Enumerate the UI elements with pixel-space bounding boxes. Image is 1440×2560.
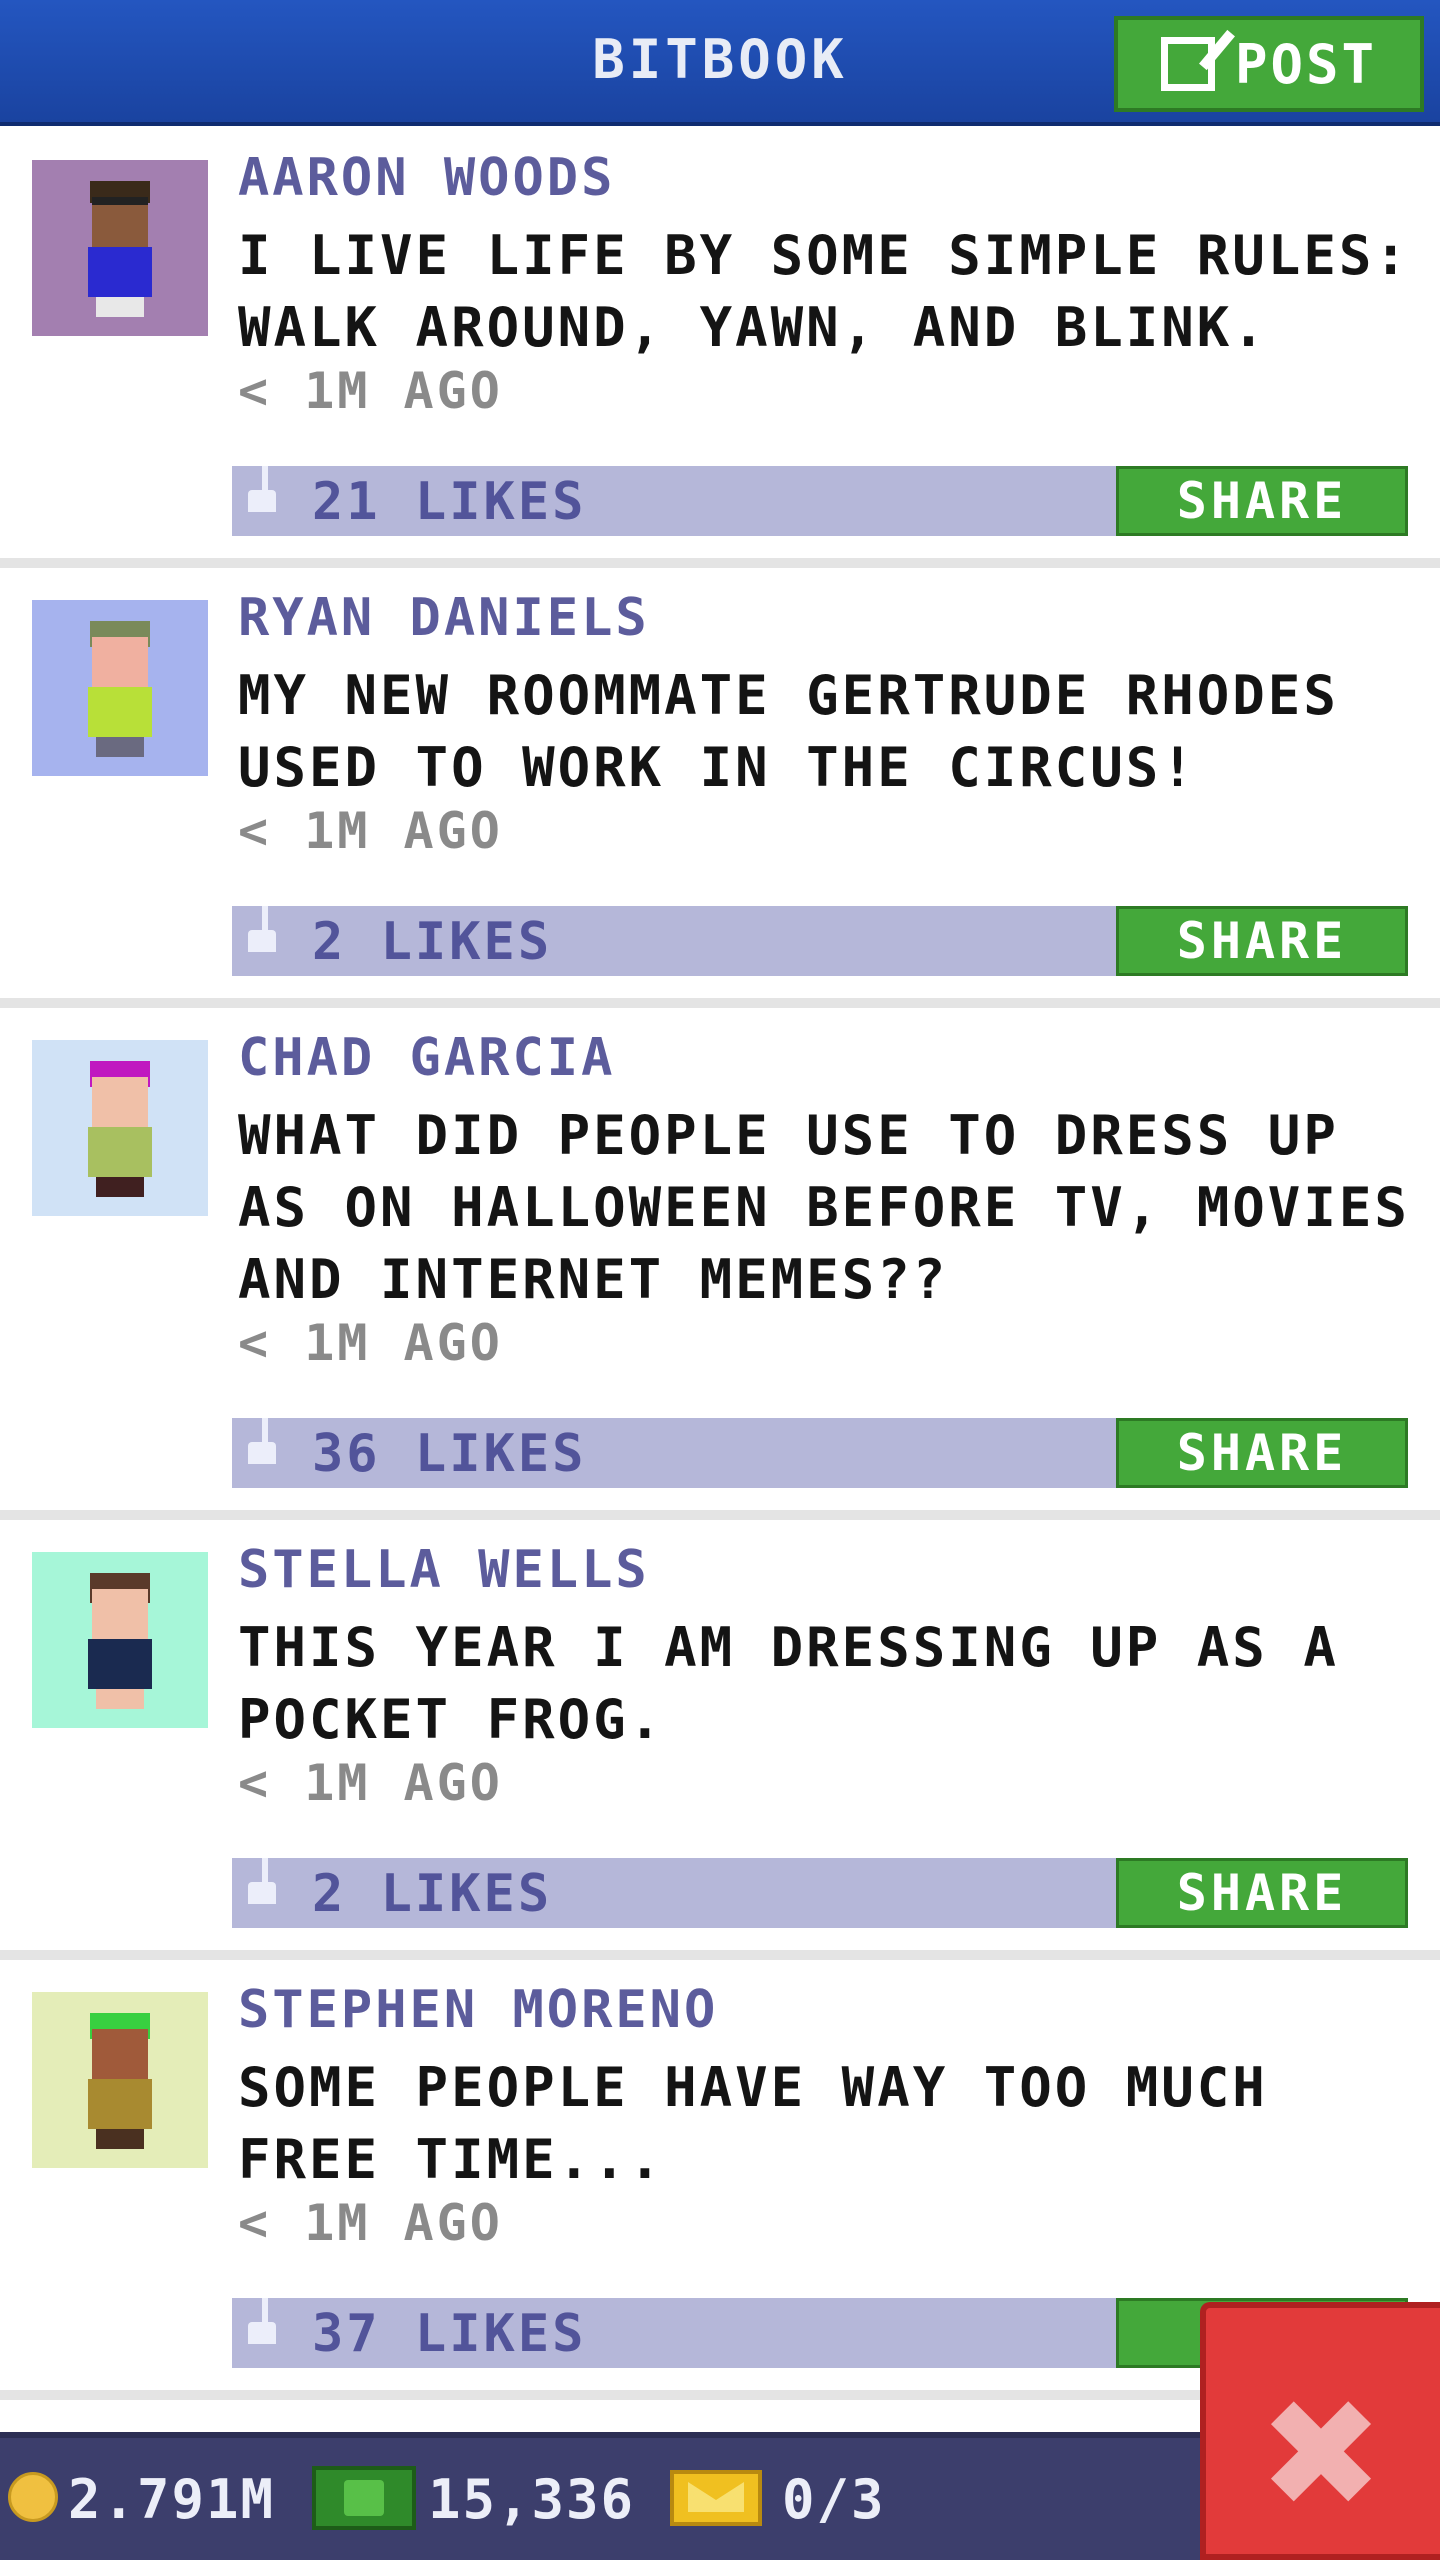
coin-icon (8, 2472, 58, 2522)
share-button[interactable]: SHARE (1116, 1858, 1408, 1928)
post-time: < 1M AGO (238, 1314, 503, 1372)
cash-icon (312, 2466, 416, 2530)
post-author[interactable]: CHAD GARCIA (238, 1028, 615, 1088)
likes-bar: 2 LIKES SHARE (232, 1858, 1408, 1928)
thumbs-up-icon[interactable] (248, 1418, 276, 1464)
thumbs-up-icon[interactable] (248, 906, 276, 952)
coins-value: 2.791M (68, 2468, 276, 2531)
avatar[interactable] (32, 1040, 208, 1216)
post-time: < 1M AGO (238, 2194, 503, 2252)
likes-count: 2 LIKES (312, 912, 553, 972)
post-button-label: POST (1234, 32, 1378, 96)
post-message: MY NEW ROOMMATE GERTRUDE RHODES USED TO … (238, 664, 1339, 799)
post-time: < 1M AGO (238, 1754, 503, 1812)
post-time: < 1M AGO (238, 802, 503, 860)
divider (0, 998, 1440, 1008)
likes-count: 37 LIKES (312, 2304, 587, 2364)
avatar[interactable] (32, 160, 208, 336)
bux-value: 15,336 (428, 2468, 636, 2531)
post-message: THIS YEAR I AM DRESSING UP AS A POCKET F… (238, 1616, 1339, 1751)
tickets-value: 0/3 (782, 2468, 886, 2531)
close-icon: ✖ (1258, 2368, 1384, 2542)
avatar[interactable] (32, 600, 208, 776)
thumbs-up-icon[interactable] (248, 1858, 276, 1904)
post-author[interactable]: STELLA WELLS (238, 1540, 650, 1600)
post-button[interactable]: POST (1114, 16, 1424, 112)
avatar[interactable] (32, 1552, 208, 1728)
likes-count: 36 LIKES (312, 1424, 587, 1484)
edit-icon (1160, 37, 1215, 91)
likes-bar: 2 LIKES SHARE (232, 906, 1408, 976)
avatar[interactable] (32, 1992, 208, 2168)
likes-bar: 36 LIKES SHARE (232, 1418, 1408, 1488)
app-header: BITBOOK POST (0, 0, 1440, 126)
post-message: WHAT DID PEOPLE USE TO DRESS UP AS ON HA… (238, 1104, 1410, 1311)
share-button[interactable]: SHARE (1116, 466, 1408, 536)
share-button[interactable]: SHARE (1116, 1418, 1408, 1488)
likes-count: 2 LIKES (312, 1864, 553, 1924)
close-button[interactable]: ✖ (1200, 2302, 1440, 2560)
thumbs-up-icon[interactable] (248, 466, 276, 512)
post-message: SOME PEOPLE HAVE WAY TOO MUCH FREE TIME.… (238, 2056, 1268, 2191)
post-author[interactable]: STEPHEN MORENO (238, 1980, 718, 2040)
likes-count: 21 LIKES (312, 472, 587, 532)
divider (0, 558, 1440, 568)
post-author[interactable]: AARON WOODS (238, 148, 615, 208)
post-time: < 1M AGO (238, 362, 503, 420)
post-message: I LIVE LIFE BY SOME SIMPLE RULES: WALK A… (238, 224, 1410, 359)
ticket-icon (670, 2470, 762, 2526)
share-button[interactable]: SHARE (1116, 906, 1408, 976)
likes-bar: 21 LIKES SHARE (232, 466, 1408, 536)
thumbs-up-icon[interactable] (248, 2298, 276, 2344)
divider (0, 1950, 1440, 1960)
post-author[interactable]: RYAN DANIELS (238, 588, 650, 648)
divider (0, 1510, 1440, 1520)
